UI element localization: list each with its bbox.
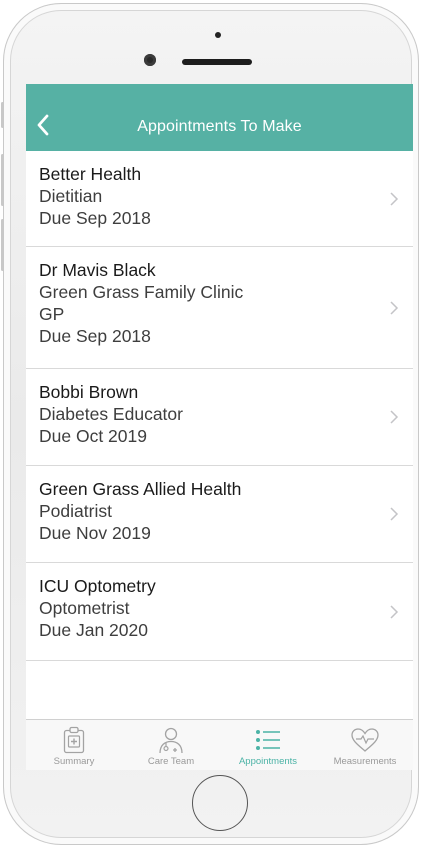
earpiece-speaker — [182, 59, 252, 65]
chevron-right-icon — [390, 604, 399, 619]
due-date: Due Sep 2018 — [39, 326, 151, 346]
list-icon — [256, 730, 280, 750]
chevron-right-icon — [390, 507, 399, 521]
tab-label: Care Team — [147, 756, 195, 767]
tab-summary[interactable]: Summary — [26, 720, 122, 770]
appointment-row[interactable]: Bobbi Brown Diabetes Educator Due Oct 20… — [26, 369, 413, 466]
chevron-right-icon — [390, 410, 399, 424]
navigation-bar: Appointments To Make — [26, 84, 413, 151]
due-date: Due Jan 2020 — [39, 620, 148, 640]
tab-label: Summary — [53, 756, 95, 767]
provider-role: Diabetes Educator — [39, 404, 183, 424]
clipboard-medical-icon — [63, 726, 85, 754]
provider-role: Dietitian — [39, 186, 103, 206]
chevron-right-icon — [390, 300, 399, 315]
appointment-row[interactable]: Dr Mavis Black Green Grass Family Clinic… — [26, 247, 413, 369]
provider-name: Green Grass Allied Health — [39, 479, 242, 499]
page-title: Appointments To Make — [137, 118, 302, 135]
home-button[interactable] — [192, 775, 248, 831]
appointment-row[interactable]: Better Health Dietitian Due Sep 2018 — [26, 151, 413, 247]
clinic-name: Green Grass Family Clinic — [39, 282, 244, 302]
provider-role: GP — [39, 304, 65, 324]
provider-role: Optometrist — [39, 598, 130, 618]
tab-appointments[interactable]: Appointments — [220, 720, 316, 770]
front-camera — [144, 54, 156, 66]
doctor-icon — [159, 727, 183, 754]
heart-pulse-icon — [351, 728, 379, 752]
provider-name: Better Health — [39, 164, 142, 184]
tab-bar: Summary Care Team Appointments Measureme… — [26, 719, 413, 770]
provider-name: Bobbi Brown — [39, 382, 139, 402]
appointment-row[interactable]: Green Grass Allied Health Podiatrist Due… — [26, 466, 413, 563]
volume-up-button — [1, 154, 4, 206]
mute-switch — [1, 102, 4, 128]
due-date: Due Sep 2018 — [39, 208, 151, 228]
due-date: Due Nov 2019 — [39, 523, 151, 543]
provider-name: ICU Optometry — [39, 576, 156, 596]
appointments-list: Better Health Dietitian Due Sep 2018 Dr … — [26, 151, 413, 661]
tab-care-team[interactable]: Care Team — [123, 720, 219, 770]
tab-label: Appointments — [238, 756, 298, 767]
front-sensor — [215, 32, 221, 38]
tab-measurements[interactable]: Measurements — [317, 720, 413, 770]
volume-down-button — [1, 219, 4, 271]
provider-role: Podiatrist — [39, 501, 112, 521]
provider-name: Dr Mavis Black — [39, 260, 156, 280]
appointment-row[interactable]: ICU Optometry Optometrist Due Jan 2020 — [26, 563, 413, 661]
due-date: Due Oct 2019 — [39, 426, 147, 446]
chevron-right-icon — [390, 191, 399, 206]
tab-label: Measurements — [333, 756, 397, 767]
app-screen: Appointments To Make Better Health Dieti… — [26, 84, 413, 770]
